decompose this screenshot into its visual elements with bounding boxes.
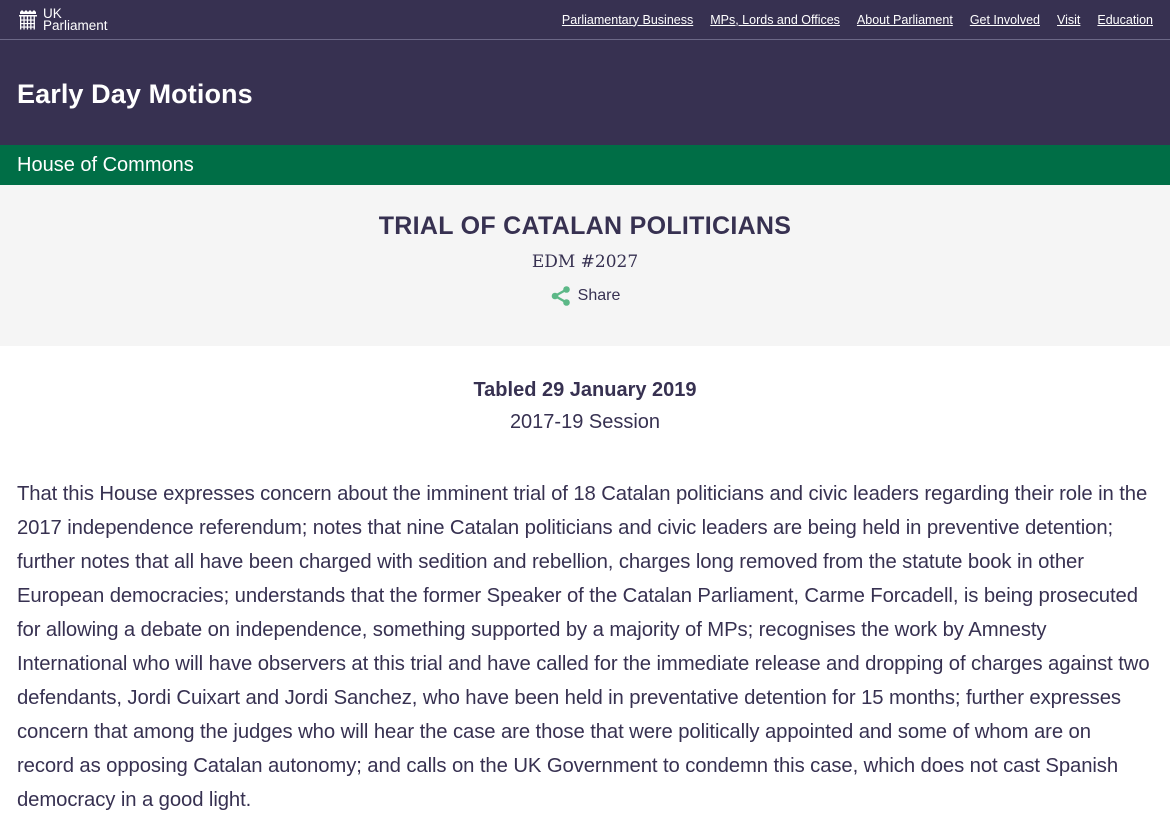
nav-about-parliament[interactable]: About Parliament <box>857 13 953 27</box>
nav-visit[interactable]: Visit <box>1057 13 1080 27</box>
share-button[interactable]: Share <box>550 285 621 307</box>
hero-banner: Early Day Motions <box>0 40 1170 145</box>
motion-header: TRIAL OF CATALAN POLITICIANS EDM #2027 S… <box>0 185 1170 346</box>
motion-text: That this House expresses concern about … <box>17 483 1150 811</box>
edm-number: EDM #2027 <box>531 252 639 272</box>
main-navigation: Parliamentary Business MPs, Lords and Of… <box>545 13 1153 27</box>
logo-line-2: Parliament <box>43 17 108 33</box>
session: 2017-19 Session <box>509 411 661 433</box>
top-bar: UK Parliament Parliamentary Business MPs… <box>0 0 1170 40</box>
nav-education[interactable]: Education <box>1097 13 1153 27</box>
share-icon <box>551 286 570 306</box>
page-title: Early Day Motions <box>17 78 253 109</box>
nav-mps-lords-offices[interactable]: MPs, Lords and Offices <box>710 13 840 27</box>
house-bar: House of Commons <box>0 145 1170 185</box>
house-label: House of Commons <box>17 153 194 176</box>
tabled-date: Tabled 29 January 2019 <box>473 379 697 401</box>
nav-get-involved[interactable]: Get Involved <box>970 13 1040 27</box>
motion-title: TRIAL OF CATALAN POLITICIANS <box>378 212 792 240</box>
motion-meta: Tabled 29 January 2019 2017-19 Session <box>0 379 1170 434</box>
portcullis-icon <box>19 9 37 29</box>
nav-parliamentary-business[interactable]: Parliamentary Business <box>562 13 693 27</box>
share-label: Share <box>577 287 621 304</box>
uk-parliament-logo[interactable]: UK Parliament <box>18 6 108 33</box>
